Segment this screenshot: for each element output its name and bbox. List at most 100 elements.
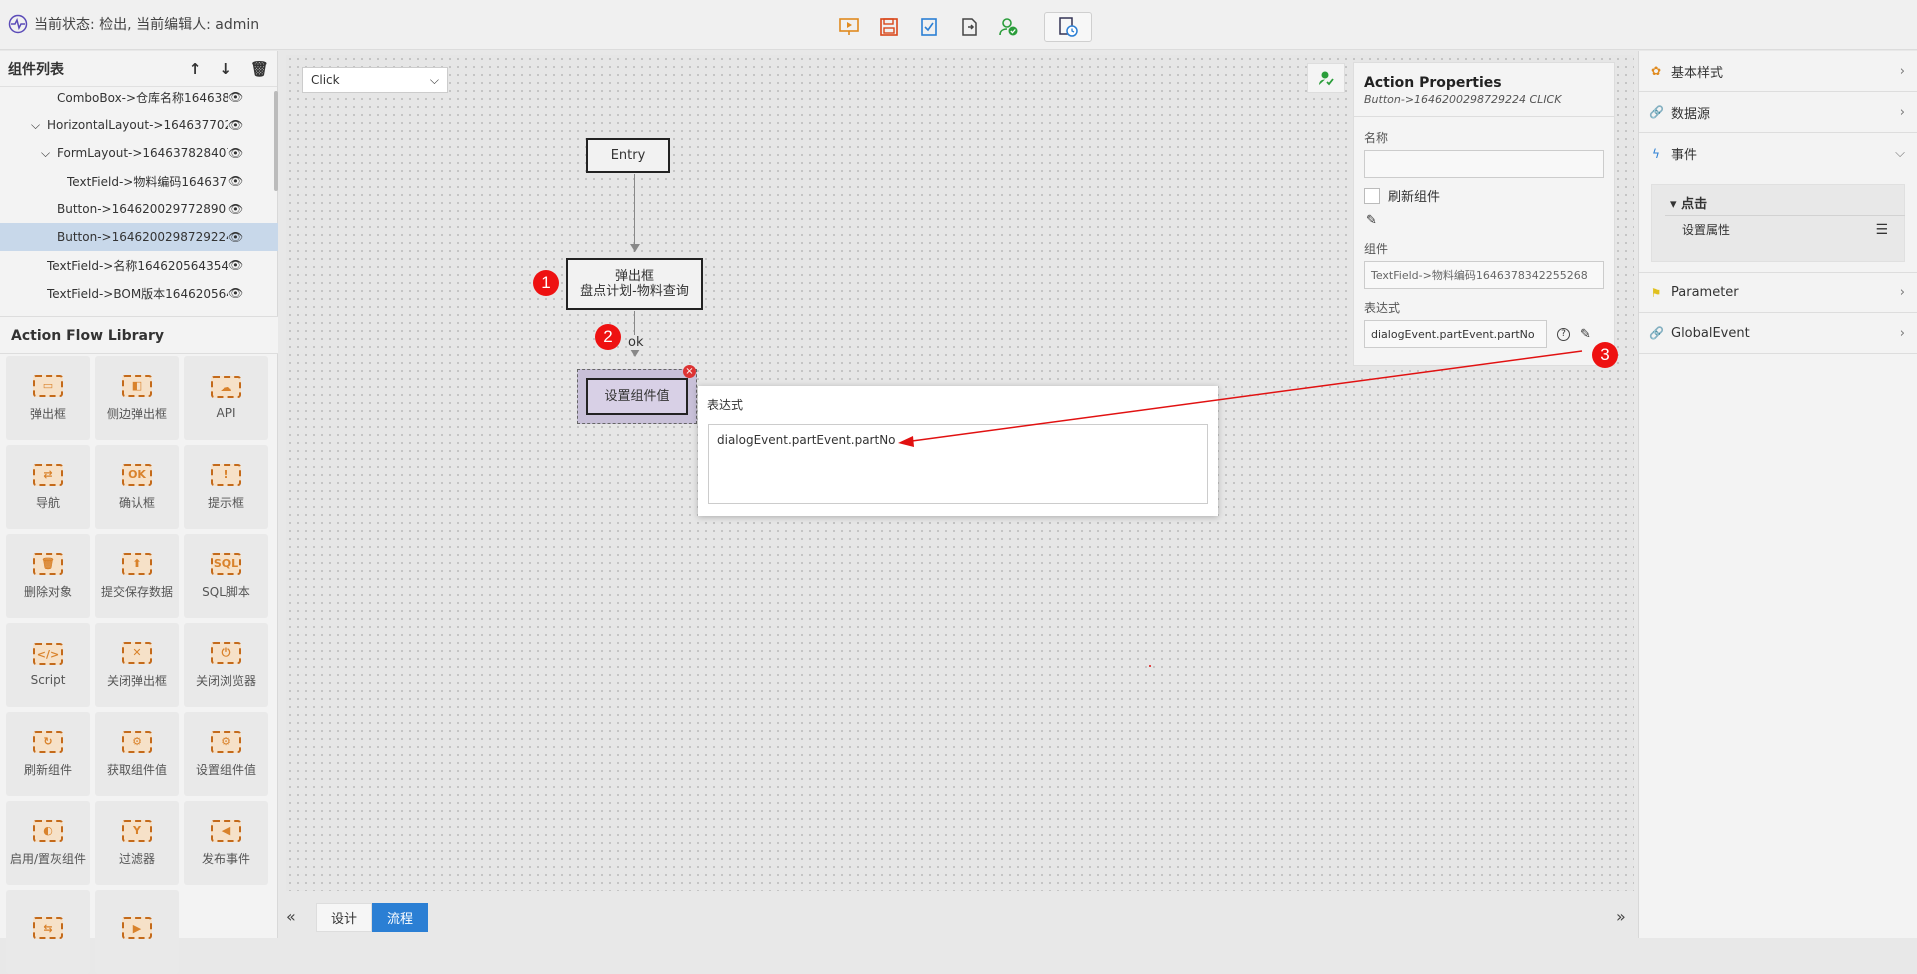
- library-item[interactable]: ⚙ 获取组件值: [95, 712, 179, 796]
- tree-item[interactable]: Button->164620029772890 👁: [0, 195, 278, 223]
- tab-design[interactable]: 设计: [316, 903, 373, 932]
- tree-item[interactable]: TextField->BOM版本164620564 👁: [0, 279, 278, 307]
- library-item[interactable]: ▶: [95, 890, 179, 974]
- basic-style-row[interactable]: ✿ 基本样式 ›: [1639, 51, 1917, 92]
- tree-item[interactable]: TextField->物料编码164637 👁: [0, 167, 278, 195]
- eye-icon[interactable]: 👁: [228, 258, 243, 272]
- event-box: ▾ 点击 设置属性 ☰: [1651, 184, 1905, 262]
- library-item[interactable]: Y 过滤器: [95, 801, 179, 885]
- library-item[interactable]: ⬆ 提交保存数据: [95, 534, 179, 618]
- event-select[interactable]: Click ⌵: [302, 67, 448, 93]
- event-action-item[interactable]: 设置属性 ☰: [1665, 215, 1905, 243]
- library-item[interactable]: OK 确认框: [95, 445, 179, 529]
- library-item[interactable]: 🗑 删除对象: [6, 534, 90, 618]
- component-field[interactable]: TextField->物料编码1646378342255268: [1364, 261, 1604, 289]
- library-item[interactable]: ⇄ 导航: [6, 445, 90, 529]
- help-icon[interactable]: ?: [1557, 327, 1570, 341]
- library-item-icon: ▶: [122, 917, 152, 939]
- eye-icon[interactable]: 👁: [228, 90, 243, 104]
- status-text: 当前状态: 检出, 当前编辑人: admin: [34, 17, 260, 33]
- event-row[interactable]: ϟ 事件 ⌵: [1639, 133, 1917, 174]
- expr-field[interactable]: dialogEvent.partEvent.partNo: [1364, 320, 1547, 348]
- library-item[interactable]: ☁ API: [184, 356, 268, 440]
- library-item[interactable]: ◀ 发布事件: [184, 801, 268, 885]
- delete-icon[interactable]: 🗑: [250, 60, 269, 78]
- tree-item[interactable]: TextField->名称1646205643545 👁: [0, 251, 278, 279]
- library-item[interactable]: SQL SQL脚本: [184, 534, 268, 618]
- event-click-label: 点击: [1681, 197, 1708, 212]
- checkin-icon[interactable]: [916, 14, 942, 40]
- parameter-row[interactable]: ⚑ Parameter ›: [1639, 272, 1917, 313]
- preview-icon[interactable]: [836, 14, 862, 40]
- chevron-down-icon[interactable]: ⌵: [41, 146, 50, 161]
- collapse-right-icon[interactable]: »: [1616, 907, 1626, 926]
- datasource-row[interactable]: 🔗 数据源 ›: [1639, 92, 1917, 133]
- user-check-icon[interactable]: [996, 14, 1022, 40]
- edit-refresh-icon[interactable]: ✎: [1366, 213, 1614, 228]
- entry-node[interactable]: Entry: [586, 138, 670, 173]
- user-button[interactable]: [1307, 63, 1345, 93]
- tree-item[interactable]: Button->1646200298729224 👁: [0, 223, 278, 251]
- tab-flow[interactable]: 流程: [372, 903, 429, 932]
- library-item[interactable]: ✕ 关闭弹出框: [95, 623, 179, 707]
- tree-item-label: Button->1646200298729224: [57, 230, 228, 244]
- palette-icon: ✿: [1650, 64, 1662, 78]
- chevron-right-icon: ›: [1899, 325, 1905, 341]
- library-item[interactable]: </> Script: [6, 623, 90, 707]
- tree-item[interactable]: ⌵ FormLayout->164637828407 👁: [0, 139, 278, 167]
- library-item[interactable]: ⇆: [6, 890, 90, 974]
- eye-icon[interactable]: 👁: [228, 174, 243, 188]
- eye-icon[interactable]: 👁: [228, 286, 243, 300]
- edit-expr-icon[interactable]: ✎: [1580, 327, 1591, 342]
- eye-icon[interactable]: 👁: [228, 202, 243, 216]
- setvalue-node[interactable]: 设置组件值: [586, 378, 688, 415]
- collapse-left-icon[interactable]: «: [286, 907, 296, 926]
- library-item-icon: ⇄: [33, 463, 63, 486]
- library-item[interactable]: ↻ 刷新组件: [6, 712, 90, 796]
- basic-style-label: 基本样式: [1671, 65, 1724, 81]
- library-item[interactable]: ◧ 侧边弹出框: [95, 356, 179, 440]
- link-icon: 🔗: [1649, 326, 1664, 340]
- globalevent-row[interactable]: 🔗 GlobalEvent ›: [1639, 313, 1917, 354]
- library-item[interactable]: ▭ 弹出框: [6, 356, 90, 440]
- connector-arrow: [630, 349, 640, 357]
- export-icon[interactable]: [956, 14, 982, 40]
- tree-item[interactable]: ComboBox->仓库名称16463800 👁: [0, 83, 278, 111]
- library-item-label: API: [216, 406, 236, 420]
- move-up-icon[interactable]: ↑: [189, 60, 202, 78]
- library-item[interactable]: ⚙ 设置组件值: [184, 712, 268, 796]
- remove-node-icon[interactable]: ×: [683, 365, 696, 378]
- expression-textarea[interactable]: dialogEvent.partEvent.partNo: [708, 424, 1208, 504]
- eye-icon[interactable]: 👁: [228, 146, 243, 160]
- eye-icon[interactable]: 👁: [228, 118, 243, 132]
- tree-item-label: TextField->物料编码164637: [67, 174, 228, 189]
- left-pane: 组件列表 ↑ ↓ 🗑 ComboBox->仓库名称16463800 👁 ⌵ Horiz…: [0, 51, 278, 974]
- eye-icon[interactable]: 👁: [228, 230, 243, 244]
- popup-node-line1: 弹出框: [614, 269, 654, 284]
- library-item-icon: ◧: [122, 374, 152, 397]
- event-click-header[interactable]: ▾ 点击: [1670, 193, 1707, 212]
- parameter-label: Parameter: [1671, 285, 1739, 300]
- library-item-label: 关闭浏览器: [195, 673, 256, 688]
- settings-sliders-icon[interactable]: ☰: [1875, 222, 1888, 238]
- library-item-label: 确认框: [118, 495, 155, 510]
- refresh-checkbox[interactable]: [1364, 187, 1380, 204]
- activity-icon: [8, 14, 28, 34]
- chevron-down-icon[interactable]: ⌵: [31, 118, 40, 133]
- move-down-icon[interactable]: ↓: [219, 60, 232, 78]
- entry-node-label: Entry: [610, 148, 646, 163]
- badge-1: 1: [533, 270, 559, 296]
- popup-node[interactable]: 弹出框 盘点计划-物料查询: [566, 258, 703, 310]
- library-item-icon: OK: [122, 463, 152, 486]
- tree-scrollbar[interactable]: [274, 91, 278, 191]
- history-icon[interactable]: [1044, 12, 1092, 42]
- library-item[interactable]: ◐ 启用/置灰组件: [6, 801, 90, 885]
- event-select-value: Click: [311, 73, 340, 87]
- tree-item-label: FormLayout->164637828407: [57, 146, 228, 160]
- library-item-label: 关闭弹出框: [106, 673, 167, 688]
- library-item[interactable]: ! 提示框: [184, 445, 268, 529]
- name-field[interactable]: [1364, 150, 1604, 178]
- tree-item[interactable]: ⌵ HorizontalLayout->1646377020 👁: [0, 111, 278, 139]
- library-item[interactable]: ⏻ 关闭浏览器: [184, 623, 268, 707]
- save-icon[interactable]: [876, 14, 902, 40]
